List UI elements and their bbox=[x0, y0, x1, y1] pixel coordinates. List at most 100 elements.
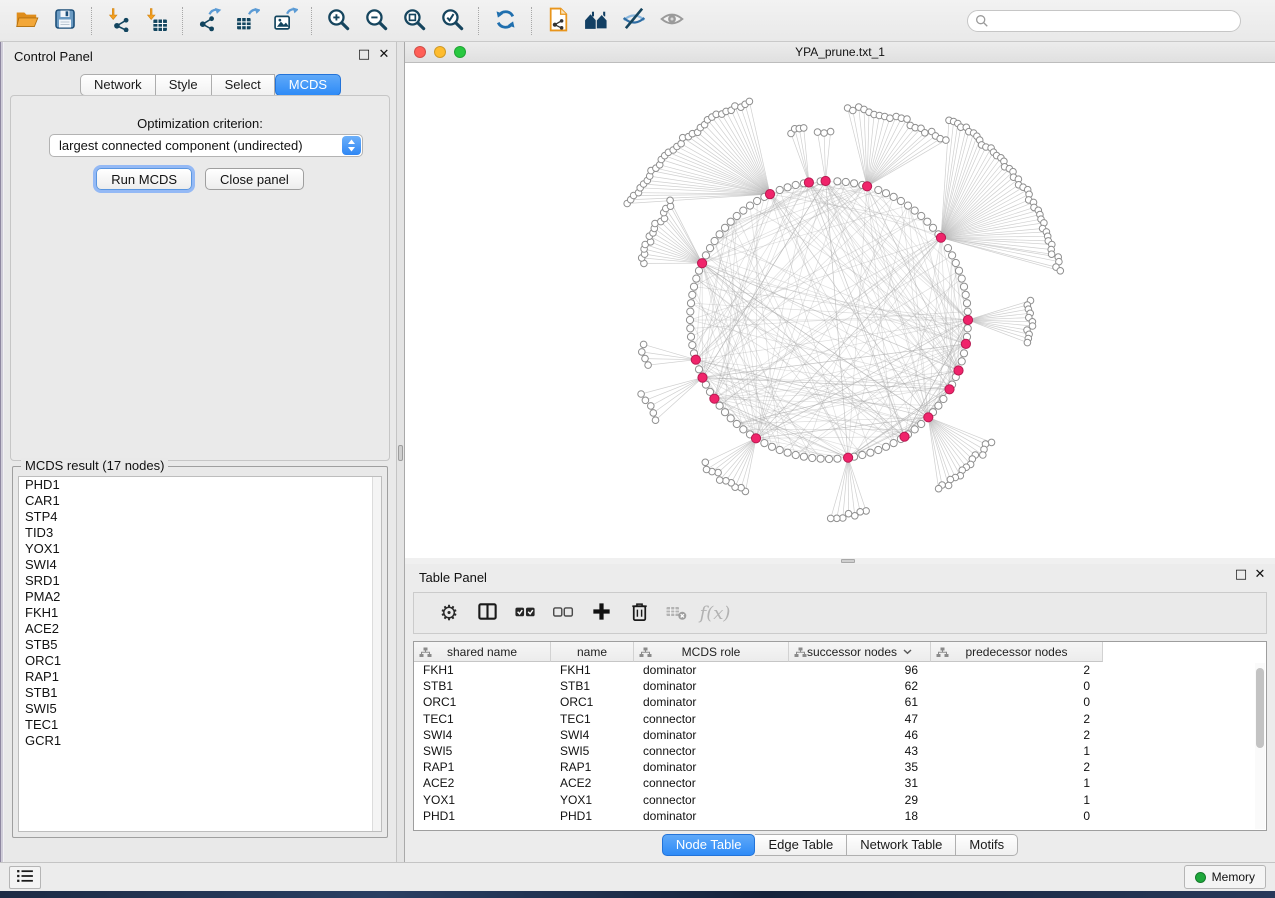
refresh-layout-button[interactable] bbox=[487, 4, 523, 38]
table-cell: TEC1 bbox=[414, 712, 551, 726]
mcds-list-scrollbar[interactable] bbox=[372, 477, 381, 831]
column-header-label: successor nodes bbox=[807, 645, 897, 659]
close-panel-icon[interactable]: ✕ bbox=[376, 47, 392, 63]
list-item[interactable]: STB5 bbox=[19, 637, 381, 653]
float-panel-icon[interactable]: □ bbox=[356, 47, 372, 63]
export-network-button[interactable] bbox=[191, 4, 227, 38]
splitter-grip[interactable] bbox=[841, 559, 855, 563]
tab-node-table[interactable]: Node Table bbox=[662, 834, 756, 856]
import-network-button[interactable] bbox=[100, 4, 136, 38]
gear-button[interactable]: ⚙ bbox=[430, 596, 468, 630]
export-table-button[interactable] bbox=[229, 4, 265, 38]
zoom-out-button[interactable] bbox=[358, 4, 394, 38]
list-item[interactable]: STP4 bbox=[19, 509, 381, 525]
table-row[interactable]: FKH1FKH1dominator962 bbox=[414, 662, 1266, 678]
vertical-splitter[interactable] bbox=[396, 42, 405, 862]
column-header-shared-name[interactable]: shared name bbox=[414, 642, 551, 662]
export-image-button[interactable] bbox=[267, 4, 303, 38]
run-mcds-button[interactable]: Run MCDS bbox=[96, 168, 192, 190]
toolbar-separator bbox=[182, 7, 183, 35]
table-scrollbar[interactable] bbox=[1255, 663, 1265, 829]
close-panel-icon[interactable]: ✕ bbox=[1252, 567, 1268, 583]
zoom-selected-button[interactable] bbox=[434, 4, 470, 38]
table-scrollbar-thumb[interactable] bbox=[1256, 668, 1264, 748]
task-history-button[interactable] bbox=[9, 866, 41, 889]
table-cell: STB1 bbox=[551, 679, 634, 693]
toolbar-separator bbox=[91, 7, 92, 35]
list-item[interactable]: ORC1 bbox=[19, 653, 381, 669]
deselect-all-button[interactable] bbox=[544, 596, 582, 630]
list-item[interactable]: SWI5 bbox=[19, 701, 381, 717]
list-item[interactable]: PMA2 bbox=[19, 589, 381, 605]
share-document-button[interactable] bbox=[540, 4, 576, 38]
hide-selected-button[interactable] bbox=[616, 4, 652, 38]
table-cell: ACE2 bbox=[414, 776, 551, 790]
list-item[interactable]: TEC1 bbox=[19, 717, 381, 733]
table-cell: YOX1 bbox=[551, 793, 634, 807]
table-row[interactable]: ORC1ORC1dominator610 bbox=[414, 694, 1266, 710]
table-row[interactable]: TEC1TEC1connector472 bbox=[414, 711, 1266, 727]
tab-network-table[interactable]: Network Table bbox=[847, 834, 956, 856]
table-cell: PHD1 bbox=[414, 809, 551, 823]
table-panel-tabs: Node Table Edge Table Network Table Moti… bbox=[405, 834, 1275, 856]
network-overview-icon bbox=[583, 7, 610, 35]
save-session-button[interactable] bbox=[47, 4, 83, 38]
table-row[interactable]: ACE2ACE2connector311 bbox=[414, 775, 1266, 791]
network-window-titlebar: YPA_prune.txt_1 bbox=[405, 42, 1275, 63]
list-item[interactable]: GCR1 bbox=[19, 733, 381, 749]
table-row[interactable]: PHD1PHD1dominator180 bbox=[414, 808, 1266, 824]
export-table-icon bbox=[235, 7, 260, 35]
close-panel-button[interactable]: Close panel bbox=[205, 168, 304, 190]
float-panel-icon[interactable]: □ bbox=[1233, 567, 1249, 583]
add-column-button[interactable] bbox=[582, 596, 620, 630]
table-cell: 1 bbox=[931, 744, 1103, 758]
list-item[interactable]: CAR1 bbox=[19, 493, 381, 509]
tab-network[interactable]: Network bbox=[80, 74, 156, 96]
zoom-out-icon bbox=[364, 7, 389, 35]
memory-button[interactable]: Memory bbox=[1184, 865, 1266, 889]
zoom-in-button[interactable] bbox=[320, 4, 356, 38]
table-row[interactable]: SWI4SWI4dominator462 bbox=[414, 727, 1266, 743]
toolbar-separator bbox=[531, 7, 532, 35]
open-file-button[interactable] bbox=[9, 4, 45, 38]
list-item[interactable]: PHD1 bbox=[19, 477, 381, 493]
zoom-fit-button[interactable] bbox=[396, 4, 432, 38]
tab-edge-table[interactable]: Edge Table bbox=[755, 834, 847, 856]
tab-motifs[interactable]: Motifs bbox=[956, 834, 1018, 856]
optimization-criterion-select[interactable]: largest connected component (undirected) bbox=[49, 134, 363, 157]
list-item[interactable]: YOX1 bbox=[19, 541, 381, 557]
delete-column-button[interactable] bbox=[620, 596, 658, 630]
mcds-result-list[interactable]: PHD1CAR1STP4TID3YOX1SWI4SRD1PMA2FKH1ACE2… bbox=[18, 476, 382, 832]
show-all-button[interactable] bbox=[654, 4, 690, 38]
column-header-successor-nodes[interactable]: successor nodes bbox=[789, 642, 931, 662]
table-row[interactable]: RAP1RAP1dominator352 bbox=[414, 759, 1266, 775]
import-table-button[interactable] bbox=[138, 4, 174, 38]
list-item[interactable]: TID3 bbox=[19, 525, 381, 541]
tab-style[interactable]: Style bbox=[156, 74, 212, 96]
select-all-button[interactable] bbox=[506, 596, 544, 630]
list-item[interactable]: RAP1 bbox=[19, 669, 381, 685]
network-canvas[interactable] bbox=[405, 63, 1275, 558]
list-item[interactable]: ACE2 bbox=[19, 621, 381, 637]
network-overview-button[interactable] bbox=[578, 4, 614, 38]
table-row[interactable]: SWI5SWI5connector431 bbox=[414, 743, 1266, 759]
share-document-icon bbox=[546, 7, 571, 35]
table-cell: 47 bbox=[789, 712, 931, 726]
refresh-layout-icon bbox=[493, 7, 518, 35]
table-cell: FKH1 bbox=[551, 663, 634, 677]
list-item[interactable]: STB1 bbox=[19, 685, 381, 701]
split-columns-button[interactable] bbox=[468, 596, 506, 630]
column-header-MCDS-role[interactable]: MCDS role bbox=[634, 642, 789, 662]
column-header-name[interactable]: name bbox=[551, 642, 634, 662]
list-item[interactable]: SWI4 bbox=[19, 557, 381, 573]
table-row[interactable]: YOX1YOX1connector291 bbox=[414, 792, 1266, 808]
list-item[interactable]: FKH1 bbox=[19, 605, 381, 621]
list-item[interactable]: SRD1 bbox=[19, 573, 381, 589]
splitter-grip[interactable] bbox=[398, 445, 403, 461]
tab-select[interactable]: Select bbox=[212, 74, 275, 96]
column-header-predecessor-nodes[interactable]: predecessor nodes bbox=[931, 642, 1103, 662]
table-row[interactable]: STB1STB1dominator620 bbox=[414, 678, 1266, 694]
network-graph[interactable] bbox=[405, 63, 1275, 558]
tab-mcds[interactable]: MCDS bbox=[275, 74, 341, 96]
search-input[interactable] bbox=[989, 12, 1240, 30]
